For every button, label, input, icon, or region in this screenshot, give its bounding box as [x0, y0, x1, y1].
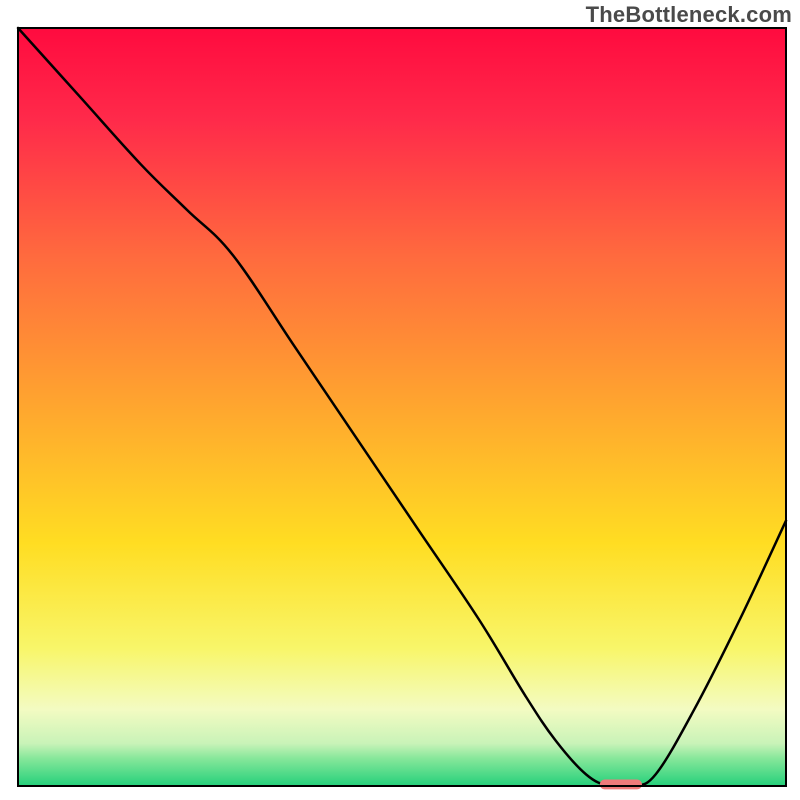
optimal-marker — [600, 780, 642, 790]
watermark-text: TheBottleneck.com — [586, 2, 792, 28]
bottleneck-chart — [0, 0, 800, 800]
gradient-background — [19, 29, 785, 785]
